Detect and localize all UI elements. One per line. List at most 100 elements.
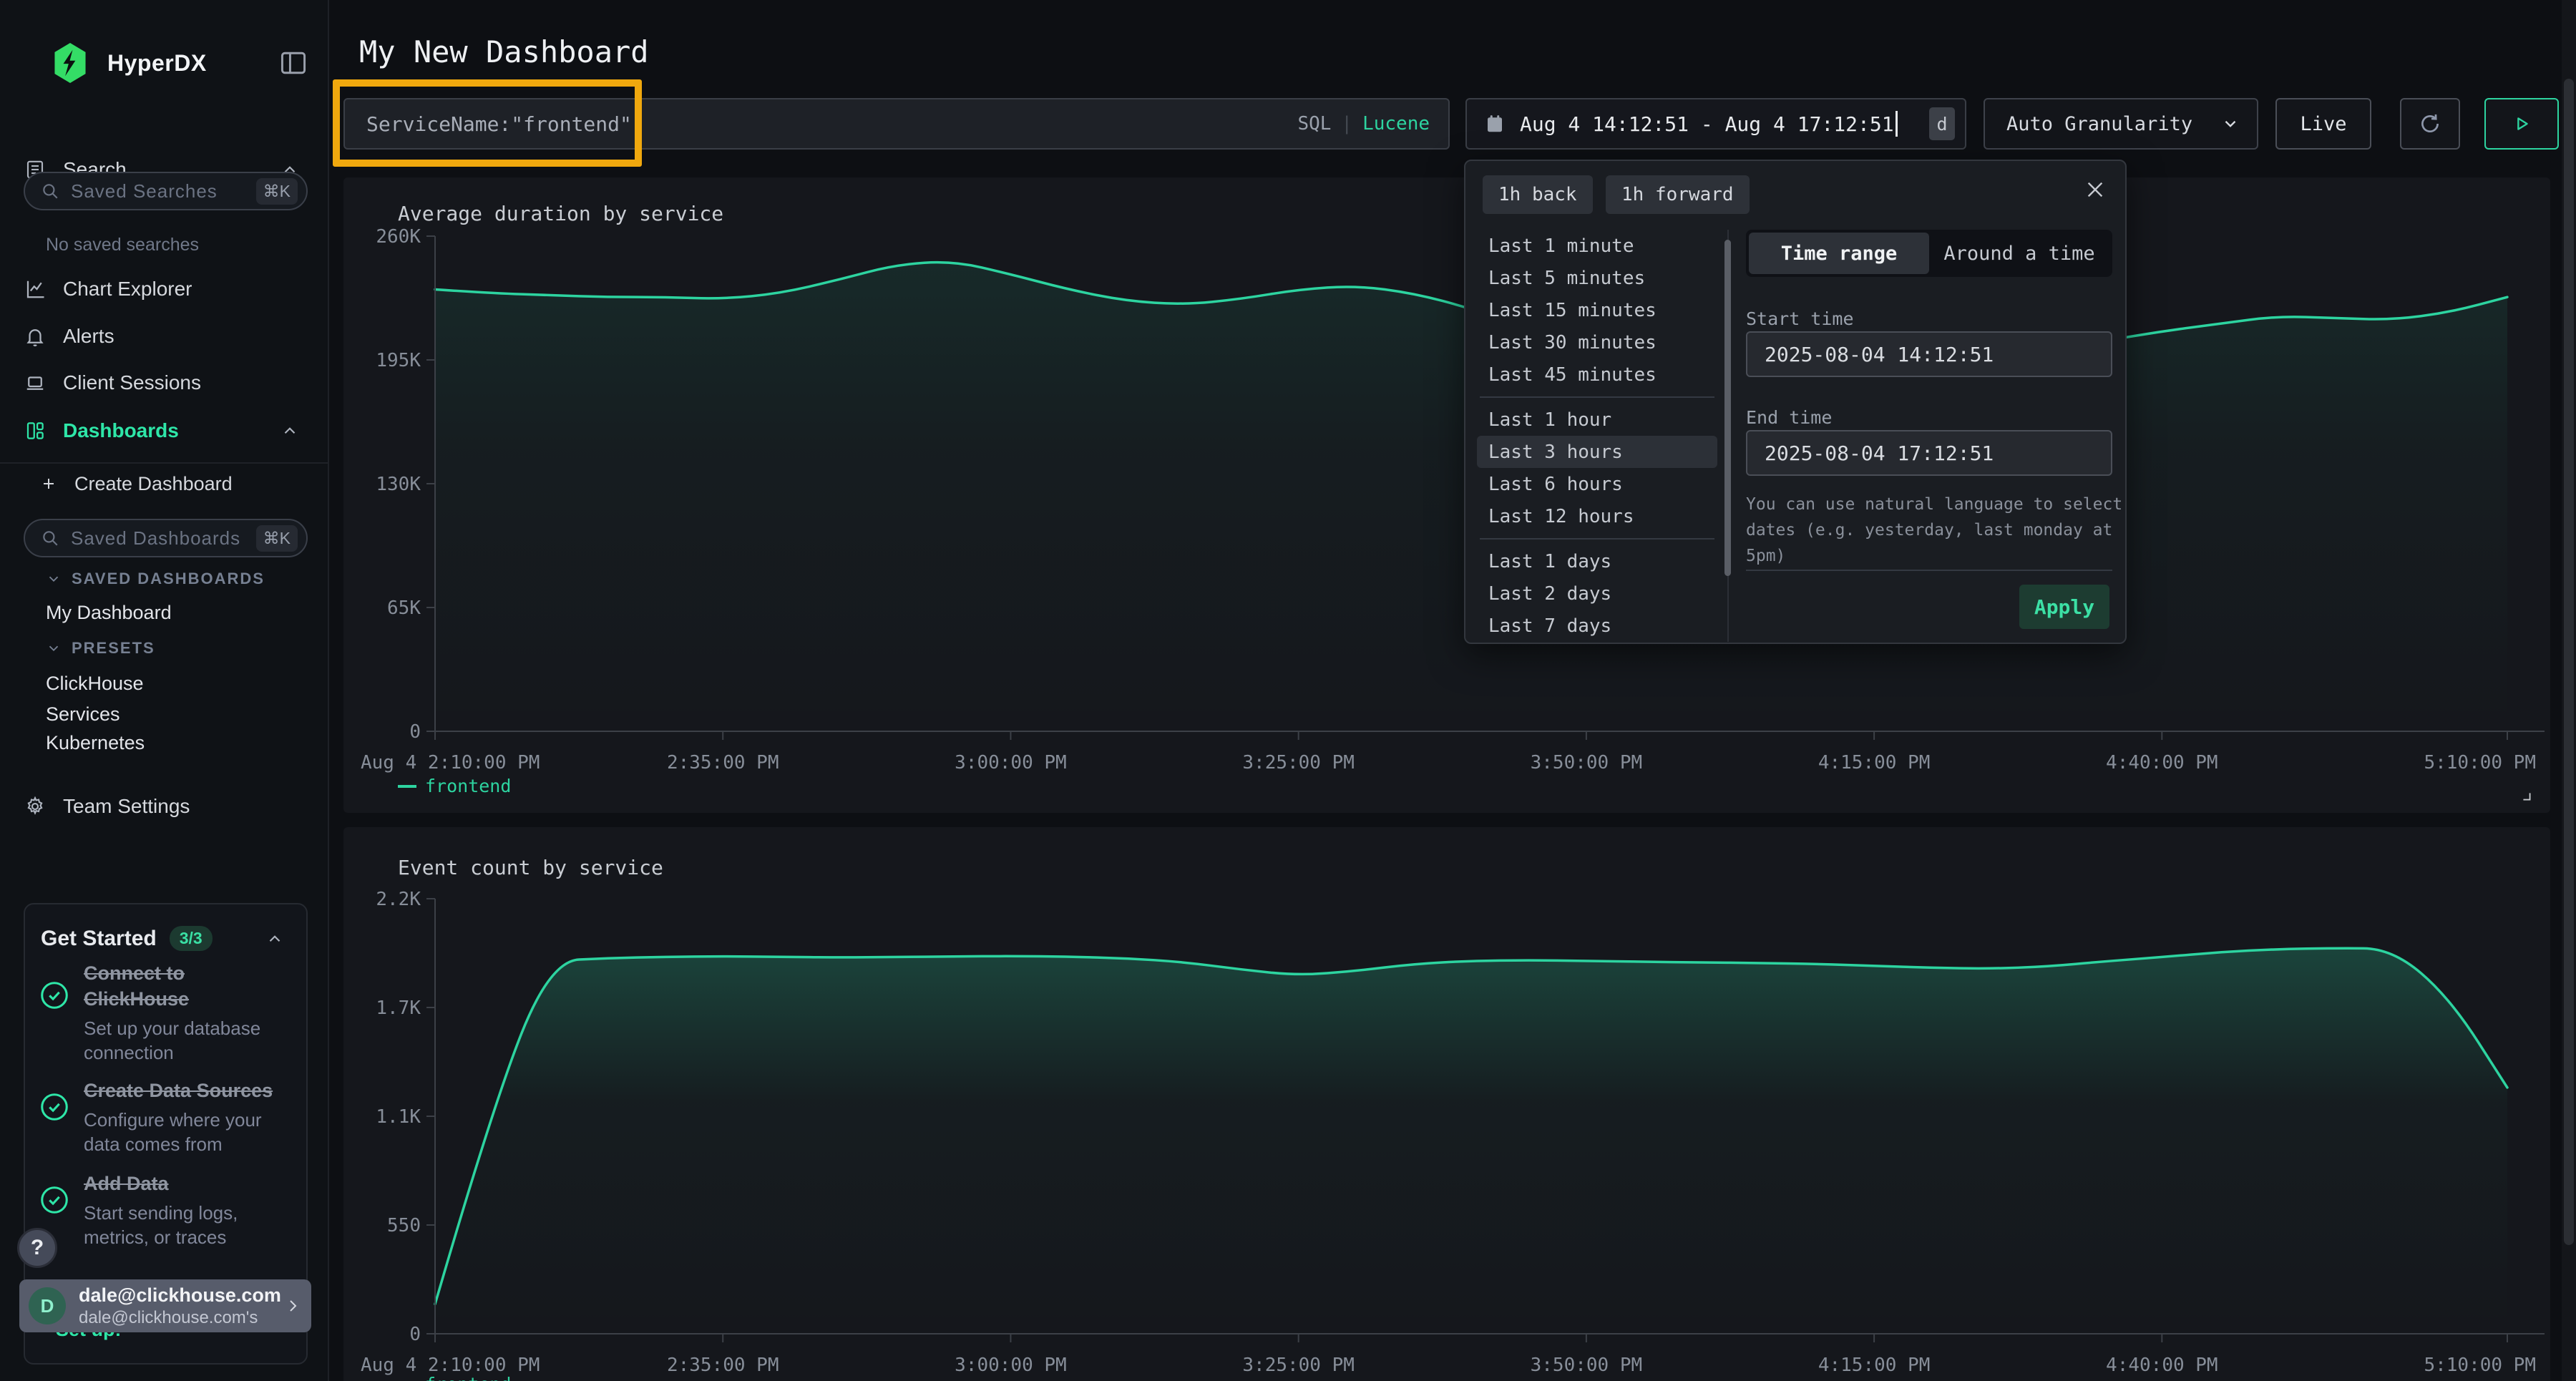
search-icon xyxy=(41,182,59,200)
end-time-input[interactable]: 2025-08-04 17:12:51 xyxy=(1746,430,2112,476)
svg-text:1.7K: 1.7K xyxy=(376,997,421,1019)
range-option[interactable]: Last 1 days xyxy=(1477,545,1717,577)
cmd-k-shortcut: ⌘K xyxy=(256,178,298,205)
play-icon xyxy=(2512,114,2532,134)
start-time-input[interactable]: 2025-08-04 14:12:51 xyxy=(1746,331,2112,377)
start-time-label: Start time xyxy=(1746,308,1854,329)
range-option[interactable]: Last 5 minutes xyxy=(1477,262,1717,294)
get-started-header[interactable]: Get Started 3/3 xyxy=(41,926,291,951)
page-scrollbar-thumb[interactable] xyxy=(2564,79,2574,1245)
legend-label: frontend xyxy=(425,776,511,796)
svg-text:2.2K: 2.2K xyxy=(376,889,421,910)
section-presets[interactable]: PRESETS xyxy=(46,639,155,658)
tab-time-range[interactable]: Time range xyxy=(1749,233,1929,274)
sidebar-item-label: Chart Explorer xyxy=(63,278,192,301)
get-started-title: Get Started xyxy=(41,927,157,951)
sidebar-item-chart-explorer[interactable]: Chart Explorer xyxy=(0,273,328,305)
range-option[interactable]: Last 2 days xyxy=(1477,577,1717,610)
get-started-item-desc: Set up your database connection xyxy=(84,1016,296,1065)
chart-canvas[interactable]: 260K195K130K65K0Aug 4 2:10:00 PM2:35:00 … xyxy=(343,177,2550,813)
live-button[interactable]: Live xyxy=(2275,98,2371,150)
sidebar-item-clickhouse[interactable]: ClickHouse xyxy=(46,669,144,698)
chevron-up-icon[interactable] xyxy=(280,421,299,440)
svg-text:2:35:00 PM: 2:35:00 PM xyxy=(667,752,779,774)
chevron-down-icon xyxy=(46,640,62,656)
range-option-selected[interactable]: Last 3 hours xyxy=(1477,436,1717,468)
range-option[interactable]: Last 12 hours xyxy=(1477,500,1717,532)
chart-title: Average duration by service xyxy=(398,202,723,225)
granularity-dropdown[interactable]: Auto Granularity xyxy=(1984,98,2258,150)
range-option[interactable]: Last 30 minutes xyxy=(1477,326,1717,358)
page-scrollbar-track[interactable] xyxy=(2562,0,2576,1381)
range-option[interactable]: Last 6 hours xyxy=(1477,468,1717,500)
date-range-input[interactable]: Aug 4 14:12:51 - Aug 4 17:12:51 d xyxy=(1465,98,1966,150)
range-option[interactable]: Last 1 hour xyxy=(1477,404,1717,436)
bell-icon xyxy=(24,325,47,348)
range-option[interactable]: Last 45 minutes xyxy=(1477,358,1717,391)
shift-forward-button[interactable]: 1h forward xyxy=(1606,175,1750,214)
list-scrollbar-thumb[interactable] xyxy=(1724,240,1731,576)
get-started-item-connect[interactable]: Connect to ClickHouse Set up your databa… xyxy=(38,960,296,1065)
sidebar-collapse-icon[interactable] xyxy=(278,47,309,79)
sidebar-item-dashboards[interactable]: Dashboards xyxy=(0,415,328,446)
get-started-item-sources[interactable]: Create Data Sources Configure where your… xyxy=(38,1078,296,1156)
list-divider xyxy=(1480,538,1714,540)
resize-handle-icon[interactable] xyxy=(2519,789,2534,804)
create-dashboard-button[interactable]: Create Dashboard xyxy=(0,469,328,498)
range-option[interactable]: Last 1 minute xyxy=(1477,230,1717,262)
saved-searches-input[interactable]: Saved Searches ⌘K xyxy=(24,172,308,210)
get-started-item-add-data[interactable]: Add Data Start sending logs, metrics, or… xyxy=(38,1171,296,1249)
svg-text:0: 0 xyxy=(409,721,421,743)
search-filter-input[interactable]: ServiceName:"frontend" SQL | Lucene xyxy=(343,98,1450,150)
shift-back-button[interactable]: 1h back xyxy=(1483,175,1593,214)
start-time-value: 2025-08-04 14:12:51 xyxy=(1765,343,1994,366)
avatar: D xyxy=(29,1287,66,1324)
svg-text:195K: 195K xyxy=(376,350,421,371)
sidebar-item-label: Client Sessions xyxy=(63,371,201,394)
lucene-toggle[interactable]: Lucene xyxy=(1362,113,1430,135)
saved-dashboards-input[interactable]: Saved Dashboards ⌘K xyxy=(24,519,308,557)
apply-button[interactable]: Apply xyxy=(2019,585,2109,629)
svg-text:4:40:00 PM: 4:40:00 PM xyxy=(2106,1355,2218,1376)
sql-toggle[interactable]: SQL xyxy=(1297,113,1331,135)
sidebar-item-label: Alerts xyxy=(63,325,114,348)
end-time-value: 2025-08-04 17:12:51 xyxy=(1765,441,1994,465)
user-account-chip[interactable]: D dale@clickhouse.com dale@clickhouse.co… xyxy=(19,1279,311,1332)
svg-text:3:00:00 PM: 3:00:00 PM xyxy=(955,1355,1067,1376)
sidebar-item-client-sessions[interactable]: Client Sessions xyxy=(0,367,328,399)
range-option[interactable]: Last 15 minutes xyxy=(1477,294,1717,326)
run-query-button[interactable] xyxy=(2484,98,2559,150)
refresh-button[interactable] xyxy=(2400,98,2460,150)
svg-text:3:25:00 PM: 3:25:00 PM xyxy=(1242,752,1355,774)
svg-text:3:00:00 PM: 3:00:00 PM xyxy=(955,752,1067,774)
range-option[interactable]: Last 14 days xyxy=(1477,642,1717,644)
plus-icon xyxy=(40,472,63,495)
chevron-down-icon xyxy=(2221,114,2240,133)
legend-label: frontend xyxy=(425,1374,511,1381)
chart-legend[interactable]: frontend xyxy=(398,776,511,796)
range-option[interactable]: Last 7 days xyxy=(1477,610,1717,642)
date-shortcut-badge: d xyxy=(1929,107,1955,140)
hyperdx-logo-icon xyxy=(52,43,89,83)
sidebar-item-alerts[interactable]: Alerts xyxy=(0,321,328,352)
sidebar-item-team-settings[interactable]: Team Settings xyxy=(0,791,328,822)
svg-text:3:50:00 PM: 3:50:00 PM xyxy=(1531,1355,1643,1376)
chart-canvas[interactable]: 2.2K1.7K1.1K5500Aug 4 2:10:00 PM2:35:00 … xyxy=(343,827,2550,1381)
chevron-up-icon[interactable] xyxy=(265,929,284,948)
close-icon[interactable] xyxy=(2084,178,2107,201)
svg-text:1.1K: 1.1K xyxy=(376,1106,421,1128)
svg-text:130K: 130K xyxy=(376,474,421,495)
tab-around-a-time[interactable]: Around a time xyxy=(1929,233,2109,274)
svg-text:5:10:00 PM: 5:10:00 PM xyxy=(2424,752,2536,774)
help-button[interactable]: ? xyxy=(17,1228,57,1268)
user-team: dale@clickhouse.com's xyxy=(79,1308,281,1328)
section-saved-dashboards[interactable]: SAVED DASHBOARDS xyxy=(46,570,265,588)
chevron-down-icon xyxy=(46,571,62,587)
chart-legend[interactable]: frontend xyxy=(398,1374,511,1381)
footer-divider xyxy=(1746,570,2112,571)
sidebar-item-services[interactable]: Services xyxy=(46,700,120,728)
date-range-value: Aug 4 14:12:51 - Aug 4 17:12:51 xyxy=(1520,112,1894,136)
sidebar-item-my-dashboard[interactable]: My Dashboard xyxy=(46,598,172,627)
sidebar-item-kubernetes[interactable]: Kubernetes xyxy=(46,728,145,757)
check-circle-icon xyxy=(38,1090,71,1123)
